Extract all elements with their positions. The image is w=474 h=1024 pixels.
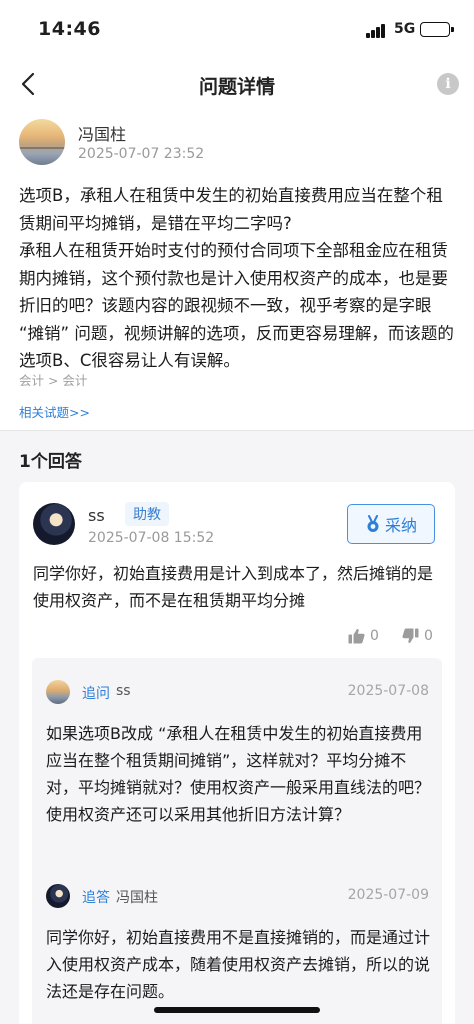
follow-up-target-user: ss [116,683,131,699]
nav-bar: 问题详情 i [0,58,474,112]
like-button[interactable]: 0 [348,628,379,644]
like-count: 0 [370,628,379,644]
status-bar: 14:46 5G [0,0,474,58]
medal-icon [367,515,379,532]
follow-up-reply-date: 2025-07-09 [347,887,429,903]
answer-count-heading: 1个回答 [19,452,82,472]
answer-card: ss 助教 2025-07-08 15:52 采纳 同学你好，初始直接费用是计入… [19,482,455,1024]
info-icon[interactable]: i [437,73,459,95]
assistant-badge: 助教 [125,502,169,526]
answer-text: 同学你好，初始直接费用是计入到成本了，然后摊销的是使用权资产，而不是在租赁期平均… [33,564,434,610]
question-paragraph: 承租人在租赁开始时支付的预付合同项下全部租金应在租赁期内摊销，这个预付款也是计入… [19,241,454,370]
adopt-button[interactable]: 采纳 [347,504,435,544]
question-author-name: 冯国柱 [78,125,127,144]
follow-up-text: 如果选项B改成 “承租人在租赁中发生的初始直接费用应当在整个租赁期间摊销”，这样… [46,724,431,824]
answer-timestamp: 2025-07-08 15:52 [88,530,215,546]
dislike-button[interactable]: 0 [402,628,433,644]
follow-up-date: 2025-07-08 [347,683,429,699]
follow-up-label: 追问 [82,686,110,702]
follow-up-reply-target-user: 冯国柱 [116,890,158,906]
category-breadcrumb: 会计 > 会计 [19,373,88,388]
dislike-count: 0 [424,628,433,644]
follow-up-reply-text: 同学你好，初始直接费用不是直接摊销的，而是通过计入使用权资产成本，随着使用权资产… [46,928,431,1001]
adopt-button-label: 采纳 [384,516,417,535]
answer-author-name: ss [88,506,105,525]
question-paragraph: 选项B，承租人在租赁中发生的初始直接费用应当在整个租赁期间平均摊销，是错在平均二… [19,186,443,233]
home-indicator[interactable] [154,1007,320,1013]
network-type: 5G [394,21,416,37]
related-questions-link[interactable]: 相关试题>> [19,402,90,421]
follow-up-avatar[interactable] [46,680,70,704]
status-time: 14:46 [38,18,101,40]
thumbs-down-icon [402,628,419,644]
signal-icon [366,24,386,38]
battery-icon [420,22,454,37]
follow-up-reply-label: 追答 [82,890,110,906]
follow-up-thread: 追问 ss 2025-07-08 如果选项B改成 “承租人在租赁中发生的初始直接… [32,658,442,1024]
answer-author-avatar[interactable] [33,503,75,545]
thumbs-up-icon [348,628,365,644]
page-title: 问题详情 [198,76,275,98]
question-author-avatar[interactable] [19,119,65,165]
follow-up-reply-avatar[interactable] [46,884,70,908]
question-timestamp: 2025-07-07 23:52 [78,146,205,162]
question-body: 选项B，承租人在租赁中发生的初始直接费用应当在整个租赁期间平均摊销，是错在平均二… [19,182,459,375]
